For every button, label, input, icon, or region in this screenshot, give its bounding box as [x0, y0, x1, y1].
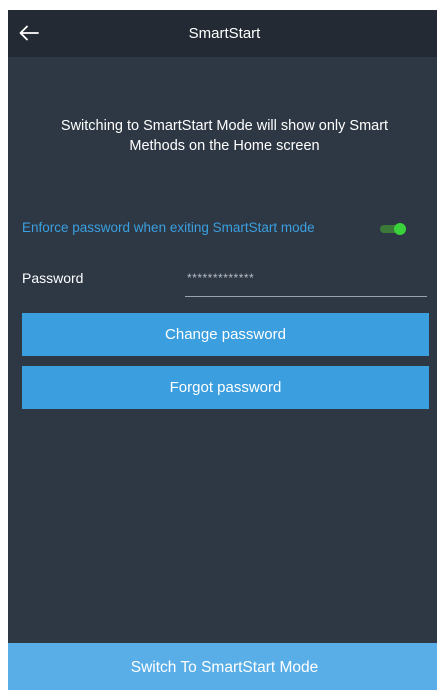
- app-bar: SmartStart: [8, 10, 437, 57]
- intro-line-2: Methods on the Home screen: [129, 138, 320, 154]
- toggle-thumb: [394, 223, 406, 235]
- change-password-button[interactable]: Change password: [22, 313, 429, 356]
- password-field[interactable]: *************: [185, 265, 427, 297]
- page-title: SmartStart: [188, 25, 261, 42]
- enforce-password-toggle[interactable]: [380, 223, 408, 235]
- password-label: Password: [22, 270, 84, 286]
- password-value: *************: [187, 271, 255, 285]
- switch-to-smartstart-button[interactable]: Switch To SmartStart Mode: [8, 643, 437, 690]
- smartstart-screen: SmartStart Switching to SmartStart Mode …: [8, 10, 437, 690]
- enforce-password-row: Enforce password when exiting SmartStart…: [22, 218, 406, 240]
- forgot-password-button[interactable]: Forgot password: [22, 366, 429, 409]
- intro-text: Switching to SmartStart Mode will show o…: [20, 116, 429, 156]
- intro-line-1: Switching to SmartStart Mode will show o…: [60, 118, 389, 134]
- enforce-password-label: Enforce password when exiting SmartStart…: [22, 220, 315, 235]
